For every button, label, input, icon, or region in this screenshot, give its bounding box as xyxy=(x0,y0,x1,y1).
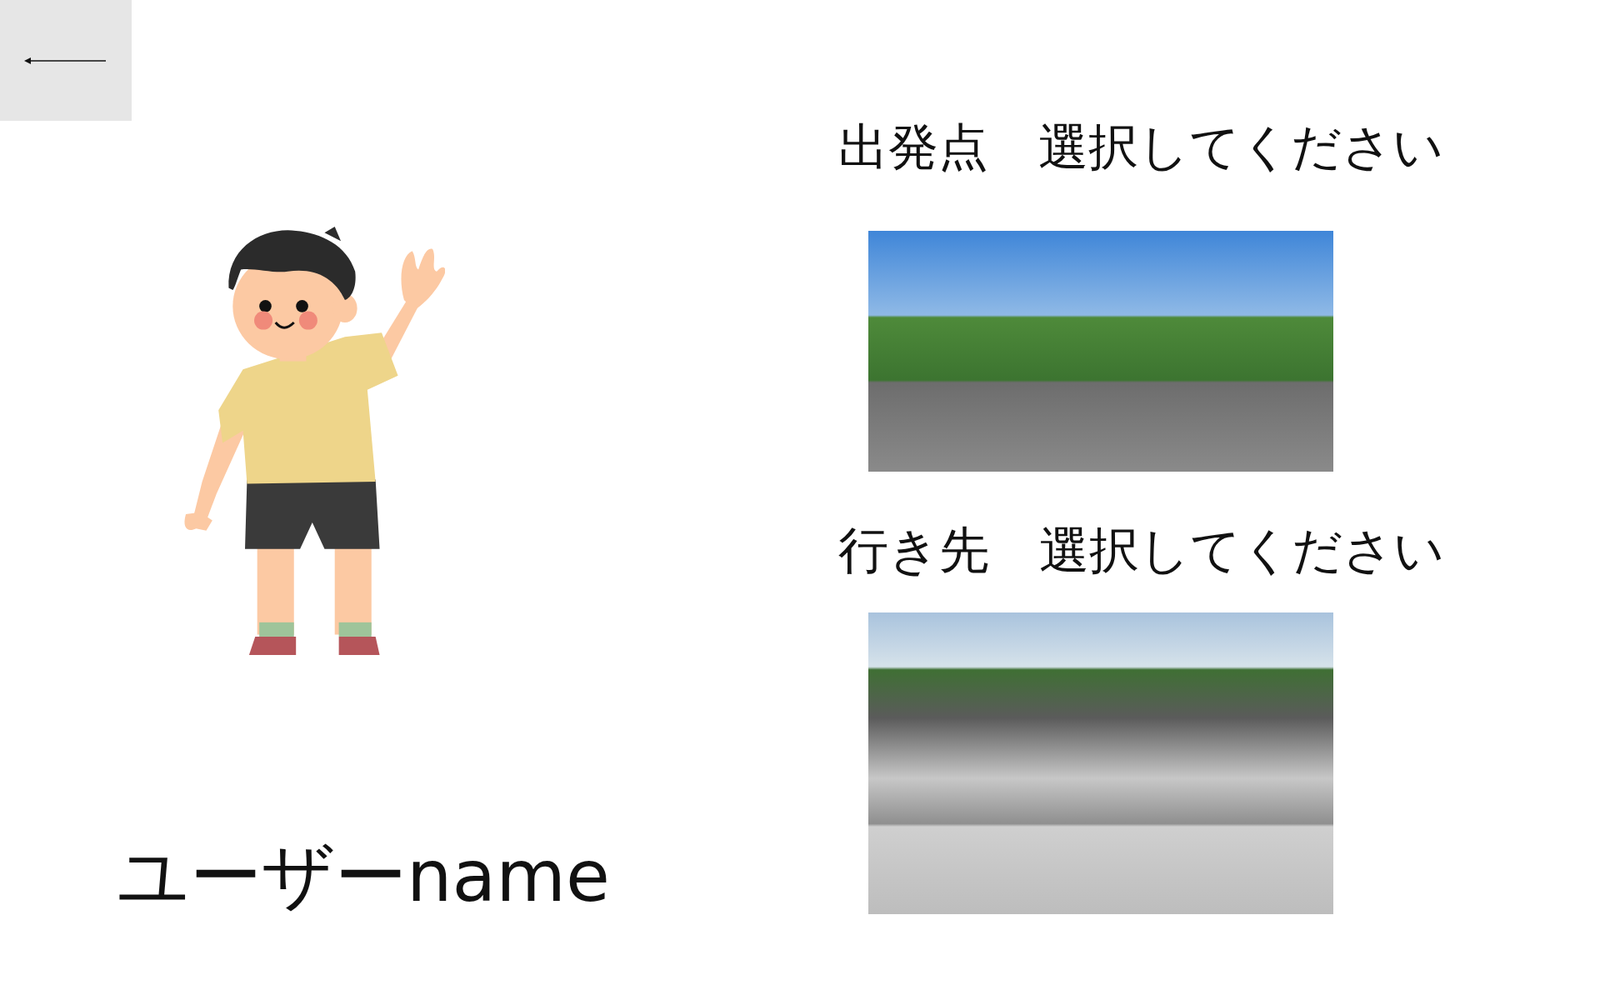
user-avatar-icon xyxy=(181,226,445,655)
back-arrow-icon xyxy=(22,55,110,67)
origin-prompt[interactable]: 出発点 選択してください xyxy=(838,116,1444,177)
origin-photo[interactable] xyxy=(868,230,1334,472)
back-button[interactable] xyxy=(0,0,132,121)
destination-prompt[interactable]: 行き先 選択してください xyxy=(838,520,1445,580)
destination-photo[interactable] xyxy=(868,612,1334,915)
user-name: ユーザーname xyxy=(116,833,627,920)
